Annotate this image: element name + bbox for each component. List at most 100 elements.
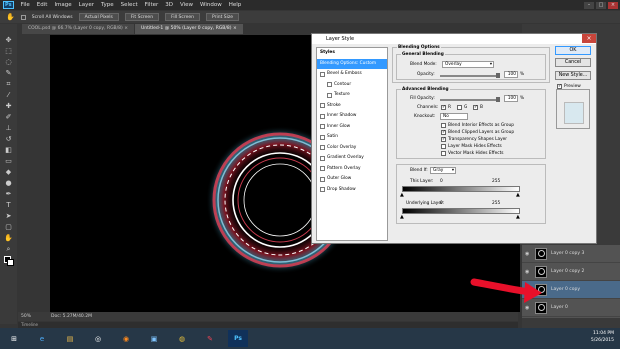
- type-tool-icon[interactable]: T: [4, 201, 14, 210]
- this-layer-gradient[interactable]: [402, 186, 520, 192]
- eye-icon[interactable]: ◉: [525, 251, 531, 257]
- move-tool-icon[interactable]: ✥: [4, 36, 14, 45]
- channel-g-checkbox[interactable]: [457, 105, 462, 110]
- healing-tool-icon[interactable]: ✚: [4, 102, 14, 111]
- crop-tool-icon[interactable]: ⌗: [4, 80, 14, 89]
- blend-clipped-checkbox[interactable]: ✓: [441, 130, 446, 135]
- scroll-all-checkbox[interactable]: [20, 14, 26, 20]
- style-outer-glow[interactable]: Outer Glow: [317, 174, 387, 185]
- paint-icon[interactable]: ✎: [200, 330, 220, 347]
- style-color-overlay[interactable]: Color Overlay: [317, 143, 387, 154]
- color-overlay-checkbox[interactable]: [320, 145, 325, 151]
- timeline-label[interactable]: Timeline: [21, 322, 38, 327]
- shape-tool-icon[interactable]: ▢: [4, 223, 14, 232]
- layer-row[interactable]: ◉ Layer 0 copy 3: [522, 245, 620, 263]
- menu-help[interactable]: Help: [229, 2, 242, 8]
- brush-tool-icon[interactable]: ✐: [4, 113, 14, 122]
- transparency-shapes-checkbox[interactable]: ✓: [441, 137, 446, 142]
- menu-view[interactable]: View: [180, 2, 193, 8]
- path-select-tool-icon[interactable]: ➤: [4, 212, 14, 221]
- layer-mask-hides-checkbox[interactable]: [441, 144, 446, 149]
- doc-tab-untitled[interactable]: Untitled-1 @ 50% (Layer 0 copy, RGB/8) ×: [134, 24, 243, 34]
- menu-window[interactable]: Window: [200, 2, 222, 8]
- dialog-close-icon[interactable]: ×: [582, 34, 596, 43]
- this-layer-left-handle-icon[interactable]: ▲: [400, 192, 404, 198]
- minimize-icon[interactable]: –: [584, 1, 594, 9]
- menu-edit[interactable]: Edit: [37, 2, 48, 8]
- style-inner-shadow[interactable]: Inner Shadow: [317, 111, 387, 122]
- underlying-right-handle-icon[interactable]: ▲: [516, 214, 520, 220]
- vector-mask-hides-checkbox[interactable]: [441, 151, 446, 156]
- lasso-tool-icon[interactable]: ◌: [4, 58, 14, 67]
- file-explorer-icon[interactable]: ▤: [60, 330, 80, 347]
- opacity-slider[interactable]: [440, 73, 500, 78]
- stamp-tool-icon[interactable]: ⊥: [4, 124, 14, 133]
- menu-type[interactable]: Type: [101, 2, 114, 8]
- opacity-slider-knob[interactable]: [496, 73, 500, 78]
- style-contour[interactable]: Contour: [317, 80, 387, 91]
- dodge-tool-icon[interactable]: ●: [4, 179, 14, 188]
- photoshop-logo[interactable]: Ps: [3, 1, 14, 9]
- style-stroke[interactable]: Stroke: [317, 101, 387, 112]
- fill-opacity-input[interactable]: 100: [504, 95, 518, 102]
- color-swatches[interactable]: [3, 256, 14, 266]
- hand-tool-icon[interactable]: ✋: [6, 13, 15, 21]
- quick-select-tool-icon[interactable]: ✎: [4, 69, 14, 78]
- cancel-button[interactable]: Cancel: [555, 58, 591, 67]
- channel-r-checkbox[interactable]: ✓: [441, 105, 446, 110]
- contour-checkbox[interactable]: [327, 82, 332, 88]
- knockout-select[interactable]: No: [440, 113, 468, 120]
- gradient-tool-icon[interactable]: ▭: [4, 157, 14, 166]
- gradient-overlay-checkbox[interactable]: [320, 155, 325, 161]
- blur-tool-icon[interactable]: ◆: [4, 168, 14, 177]
- eraser-tool-icon[interactable]: ◧: [4, 146, 14, 155]
- menu-layer[interactable]: Layer: [79, 2, 94, 8]
- start-button[interactable]: ⊞: [4, 330, 24, 347]
- photoshop-icon[interactable]: Ps: [228, 330, 248, 347]
- ie-icon[interactable]: e: [32, 330, 52, 347]
- fit-screen-button[interactable]: Fit Screen: [124, 13, 160, 21]
- close-icon[interactable]: ×: [608, 1, 618, 9]
- outer-glow-checkbox[interactable]: [320, 176, 325, 182]
- style-inner-glow[interactable]: Inner Glow: [317, 122, 387, 133]
- drop-shadow-checkbox[interactable]: [320, 187, 325, 193]
- history-brush-tool-icon[interactable]: ↺: [4, 135, 14, 144]
- stroke-checkbox[interactable]: [320, 103, 325, 109]
- bevel-checkbox[interactable]: [320, 71, 325, 77]
- maximize-icon[interactable]: □: [596, 1, 606, 9]
- blend-if-select[interactable]: Gray ▾: [430, 167, 456, 174]
- steam-icon[interactable]: ◎: [88, 330, 108, 347]
- inner-shadow-checkbox[interactable]: [320, 113, 325, 119]
- zoom-level[interactable]: 50%: [21, 314, 31, 319]
- system-clock[interactable]: 11:04 PM 5/26/2015: [591, 330, 614, 344]
- blend-mode-select[interactable]: Overlay ▾: [442, 61, 494, 68]
- menu-select[interactable]: Select: [121, 2, 138, 8]
- style-blending-options[interactable]: Blending Options: Custom: [317, 58, 387, 69]
- channel-b-checkbox[interactable]: ✓: [473, 105, 478, 110]
- firefox-icon[interactable]: ◉: [116, 330, 136, 347]
- chrome-icon[interactable]: ◍: [172, 330, 192, 347]
- print-size-button[interactable]: Print Size: [205, 13, 240, 21]
- menu-file[interactable]: File: [21, 2, 30, 8]
- styles-header[interactable]: Styles: [317, 48, 387, 59]
- zoom-tool-icon[interactable]: ⌕: [4, 245, 14, 254]
- style-gradient-overlay[interactable]: Gradient Overlay: [317, 153, 387, 164]
- menu-3d[interactable]: 3D: [165, 2, 173, 8]
- texture-checkbox[interactable]: [327, 92, 332, 98]
- fill-opacity-slider-knob[interactable]: [496, 97, 500, 102]
- style-bevel-emboss[interactable]: Bevel & Emboss: [317, 69, 387, 80]
- satin-checkbox[interactable]: [320, 134, 325, 140]
- this-layer-right-handle-icon[interactable]: ▲: [516, 192, 520, 198]
- style-drop-shadow[interactable]: Drop Shadow: [317, 185, 387, 196]
- style-texture[interactable]: Texture: [317, 90, 387, 101]
- style-pattern-overlay[interactable]: Pattern Overlay: [317, 164, 387, 175]
- actual-pixels-button[interactable]: Actual Pixels: [78, 13, 119, 21]
- menu-filter[interactable]: Filter: [145, 2, 159, 8]
- fill-opacity-slider[interactable]: [440, 97, 500, 102]
- inner-glow-checkbox[interactable]: [320, 124, 325, 130]
- menu-image[interactable]: Image: [54, 2, 71, 8]
- ok-button[interactable]: OK: [555, 46, 591, 55]
- style-satin[interactable]: Satin: [317, 132, 387, 143]
- opacity-input[interactable]: 100: [504, 71, 518, 78]
- pattern-overlay-checkbox[interactable]: [320, 166, 325, 172]
